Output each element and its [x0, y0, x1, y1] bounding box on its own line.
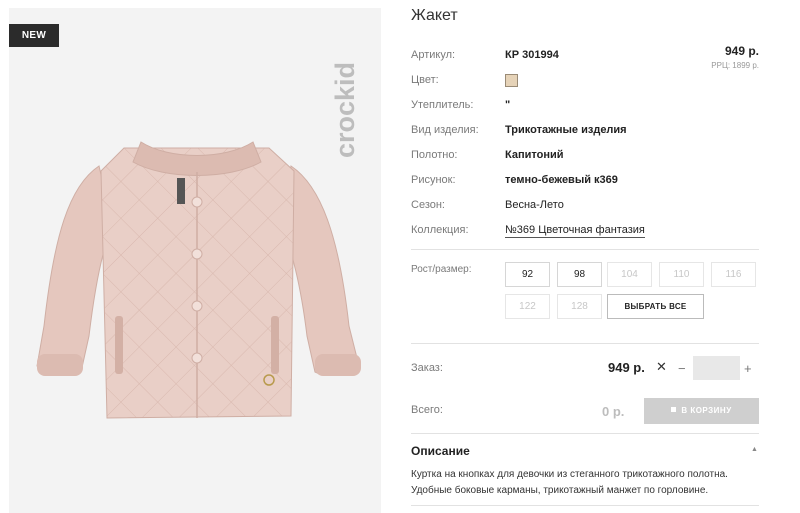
- right-cuff: [315, 354, 361, 376]
- divider: [411, 343, 759, 344]
- color-swatch[interactable]: [505, 74, 518, 87]
- spec-label: Артикул:: [411, 49, 456, 61]
- spec-label: Рисунок:: [411, 174, 456, 186]
- collection-link[interactable]: №369 Цветочная фантазия: [505, 224, 645, 238]
- collapse-caret-icon[interactable]: ▲: [751, 446, 758, 453]
- size-option[interactable]: 92: [505, 262, 550, 287]
- spec-value: Весна-Лето: [505, 199, 564, 211]
- description-text: Куртка на кнопках для девочки из стеганн…: [411, 469, 728, 496]
- product-image[interactable]: [29, 126, 379, 446]
- description-heading[interactable]: Описание: [411, 444, 470, 458]
- spec-value: КР 301994: [505, 49, 559, 61]
- select-all-sizes-button[interactable]: ВЫБРАТЬ ВСЕ: [607, 294, 704, 319]
- size-option[interactable]: 122: [505, 294, 550, 319]
- total-label: Всего:: [411, 404, 443, 416]
- divider: [411, 505, 759, 506]
- spec-label: Полотно:: [411, 149, 458, 161]
- size-option[interactable]: 116: [711, 262, 756, 287]
- spec-value: Капитоний: [505, 149, 564, 161]
- order-label: Заказ:: [411, 362, 443, 374]
- size-option[interactable]: 110: [659, 262, 704, 287]
- size-label: Рост/размер:: [411, 264, 472, 275]
- left-cuff: [37, 354, 83, 376]
- spec-label: Вид изделия:: [411, 124, 479, 136]
- recommended-price: РРЦ: 1899 р.: [711, 61, 759, 70]
- spec-value: темно-бежевый к369: [505, 174, 618, 186]
- add-to-cart-label: В КОРЗИНУ: [681, 406, 732, 415]
- size-option[interactable]: 104: [607, 262, 652, 287]
- spec-label: Утеплитель:: [411, 99, 474, 111]
- spec-value: Трикотажные изделия: [505, 124, 627, 136]
- add-to-cart-button[interactable]: В КОРЗИНУ: [644, 398, 759, 424]
- decrease-quantity-button[interactable]: −: [678, 361, 686, 376]
- quantity-input[interactable]: [693, 356, 740, 380]
- divider: [411, 433, 759, 434]
- product-gallery[interactable]: NEW crockid: [9, 8, 381, 513]
- size-option[interactable]: 98: [557, 262, 602, 287]
- product-price: 949 р.: [724, 44, 759, 58]
- order-price: 949 р.: [608, 360, 645, 375]
- new-badge: NEW: [9, 24, 59, 47]
- spec-value: ": [505, 99, 511, 111]
- product-title: Жакет: [411, 7, 458, 24]
- increase-quantity-button[interactable]: +: [744, 361, 752, 376]
- divider: [411, 249, 759, 250]
- spec-label: Сезон:: [411, 199, 445, 211]
- spec-label: Цвет:: [411, 74, 439, 86]
- total-value: 0 р.: [602, 404, 625, 419]
- spec-label: Коллекция:: [411, 224, 469, 236]
- remove-icon[interactable]: ✕: [656, 359, 667, 375]
- cart-icon: [671, 407, 677, 412]
- product-info: Жакет 949 р. РРЦ: 1899 р. Артикул: КР 30…: [411, 0, 759, 513]
- size-option[interactable]: 128: [557, 294, 602, 319]
